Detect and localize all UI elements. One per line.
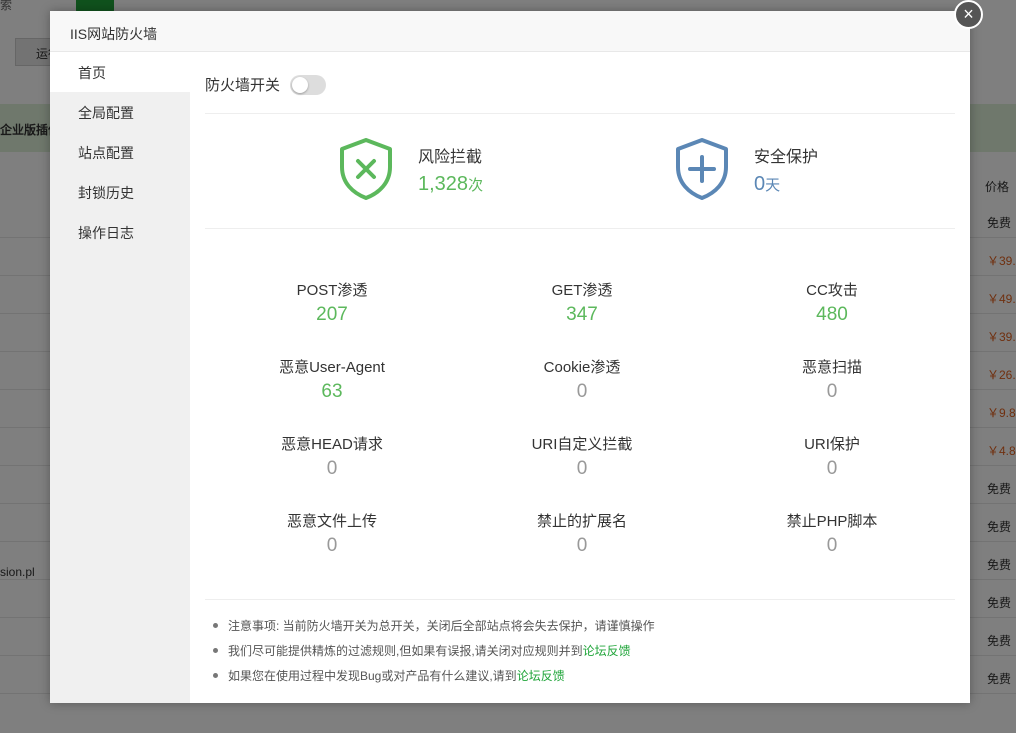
forum-feedback-link[interactable]: 论坛反馈 (517, 667, 565, 684)
stat-value: 0 (576, 458, 588, 479)
stat-item: URI自定义拦截 0 (457, 433, 707, 480)
notes-list: 注意事项: 当前防火墙开关为总开关，关闭后全部站点将会失去保护，请谨慎操作 我们尽… (213, 617, 655, 692)
risk-title: 风险拦截 (418, 148, 483, 166)
stat-value: 0 (826, 535, 838, 556)
note-text: 注意事项: 当前防火墙开关为总开关，关闭后全部站点将会失去保护，请谨慎操作 (228, 619, 655, 633)
firewall-modal: IIS网站防火墙 首页 全局配置 站点配置 封锁历史 操作日志 防火墙开关 风险… (50, 11, 970, 703)
stat-label: 恶意文件上传 (286, 513, 377, 530)
protection-unit: 天 (765, 176, 781, 194)
risk-unit: 次 (468, 176, 484, 194)
stat-item: 恶意文件上传 0 (207, 510, 457, 557)
stat-label: 禁止PHP脚本 (786, 513, 878, 530)
stat-item: URI保护 0 (707, 433, 957, 480)
sidebar-item-site-config[interactable]: 站点配置 (50, 132, 190, 172)
bullet-icon (213, 673, 218, 678)
protection-title: 安全保护 (754, 148, 819, 166)
stat-label: 禁止的扩展名 (536, 513, 627, 530)
stat-item: CC攻击 480 (707, 279, 957, 326)
divider (205, 113, 955, 114)
stat-value: 0 (326, 535, 338, 556)
note-item: 如果您在使用过程中发现Bug或对产品有什么建议,请到 论坛反馈 (213, 667, 655, 684)
firewall-switch-label: 防火墙开关 (205, 77, 281, 94)
toggle-knob (292, 76, 309, 93)
stat-value: 480 (816, 304, 848, 325)
stat-item: GET渗透 347 (457, 279, 707, 326)
stat-value: 207 (316, 304, 348, 325)
forum-feedback-link[interactable]: 论坛反馈 (583, 642, 631, 659)
sidebar-item-global-config[interactable]: 全局配置 (50, 92, 190, 132)
stat-label: URI保护 (804, 436, 860, 453)
protection-value: 0 (754, 172, 766, 195)
sidebar-item-block-history[interactable]: 封锁历史 (50, 172, 190, 212)
sidebar: 首页 全局配置 站点配置 封锁历史 操作日志 (50, 52, 190, 703)
stat-item: 禁止的扩展名 0 (457, 510, 707, 557)
stat-label: POST渗透 (296, 282, 368, 299)
bullet-icon (213, 648, 218, 653)
shield-plus-icon (676, 138, 728, 200)
main-panel: 防火墙开关 风险拦截 1,328次 安全保护 0天 POST渗透 207 GET… (190, 52, 970, 703)
close-icon[interactable]: × (954, 0, 983, 29)
stat-label: URI自定义拦截 (531, 436, 633, 453)
note-item: 注意事项: 当前防火墙开关为总开关，关闭后全部站点将会失去保护，请谨慎操作 (213, 617, 655, 634)
firewall-toggle[interactable] (290, 74, 327, 95)
shield-x-icon (340, 138, 392, 200)
sidebar-item-home[interactable]: 首页 (50, 52, 190, 92)
stat-value: 0 (826, 381, 838, 402)
note-text: 如果您在使用过程中发现Bug或对产品有什么建议,请到 (228, 669, 517, 683)
divider (205, 228, 955, 229)
protection-summary: 安全保护 0天 (674, 137, 818, 201)
risk-value: 1,328 (418, 172, 469, 195)
stat-item: 恶意User-Agent 63 (207, 356, 457, 403)
modal-title: IIS网站防火墙 (50, 11, 970, 52)
risk-value-row: 1,328次 (418, 173, 483, 196)
stat-item: 恶意HEAD请求 0 (207, 433, 457, 480)
divider (205, 599, 955, 600)
risk-summary: 风险拦截 1,328次 (338, 137, 483, 201)
stat-value: 0 (576, 535, 588, 556)
note-text: 我们尽可能提供精炼的过滤规则,但如果有误报,请关闭对应规则并到 (228, 644, 583, 658)
stat-item: POST渗透 207 (207, 279, 457, 326)
sidebar-item-operation-log[interactable]: 操作日志 (50, 212, 190, 252)
stat-value: 0 (826, 458, 838, 479)
stat-label: 恶意HEAD请求 (281, 436, 383, 453)
stat-item: 恶意扫描 0 (707, 356, 957, 403)
protection-value-row: 0天 (754, 173, 818, 196)
stat-value: 63 (321, 381, 343, 402)
stat-value: 347 (566, 304, 598, 325)
stat-value: 0 (326, 458, 338, 479)
note-item: 我们尽可能提供精炼的过滤规则,但如果有误报,请关闭对应规则并到 论坛反馈 (213, 642, 655, 659)
stat-value: 0 (576, 381, 588, 402)
stat-label: 恶意User-Agent (279, 359, 385, 376)
stat-label: GET渗透 (551, 282, 613, 299)
firewall-switch-row: 防火墙开关 (205, 74, 327, 95)
stat-label: 恶意扫描 (801, 359, 862, 376)
stat-label: Cookie渗透 (543, 359, 621, 376)
stat-item: 禁止PHP脚本 0 (707, 510, 957, 557)
stat-item: Cookie渗透 0 (457, 356, 707, 403)
stat-label: CC攻击 (806, 282, 858, 299)
bullet-icon (213, 623, 218, 628)
